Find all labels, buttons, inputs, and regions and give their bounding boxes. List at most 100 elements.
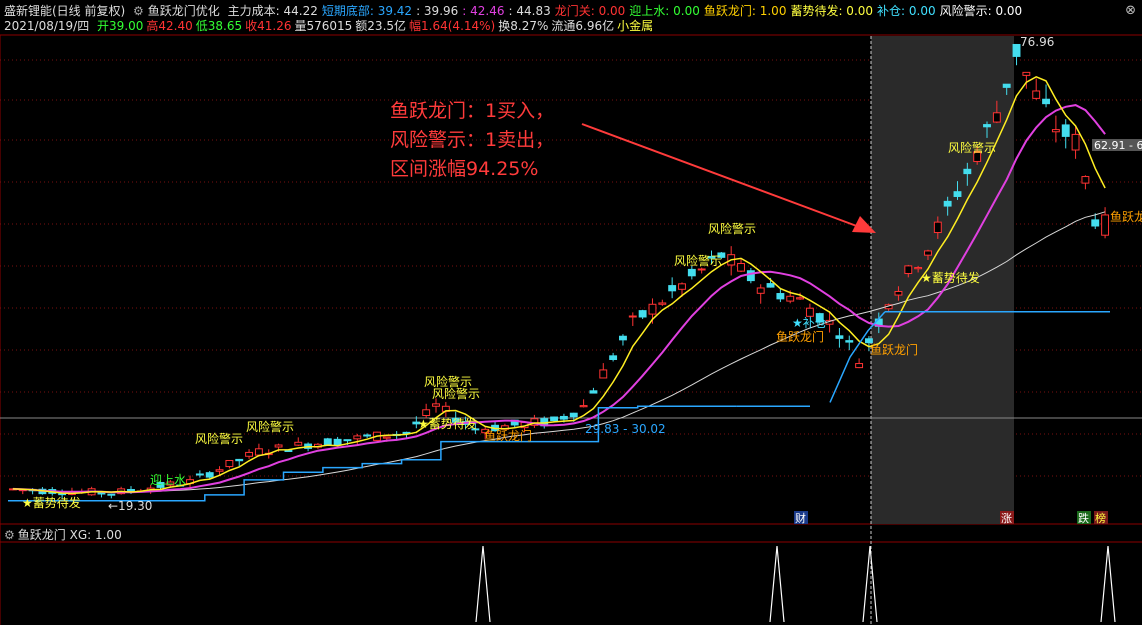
candle-down <box>343 439 352 442</box>
candle-up <box>992 112 1001 123</box>
range-label: 29.83 - 30.02 <box>585 422 666 436</box>
signal-label: ★蓄势待发 <box>921 270 980 285</box>
info-item: 高42.40 <box>146 19 193 33</box>
candle-up <box>756 287 765 294</box>
candle-up <box>599 369 608 379</box>
sub-indicator-name[interactable]: 鱼跃龙门 <box>18 528 66 542</box>
candle-down <box>569 412 578 418</box>
signal-label: 风险警示 <box>246 419 294 434</box>
candle-down <box>983 124 991 128</box>
signal-label: ★蓄势待发 <box>22 495 81 510</box>
sub-indicator-value: XG: 1.00 <box>69 528 122 542</box>
candle-up <box>894 291 903 296</box>
header-item: 龙门关: 0.00 <box>554 4 626 18</box>
candle-up <box>914 267 923 270</box>
candle-down <box>638 310 647 318</box>
info-item: 换8.27% <box>498 19 549 33</box>
candle-down <box>195 473 204 476</box>
candle-up <box>579 405 588 408</box>
info-item: 幅1.64(4.14%) <box>409 19 496 33</box>
signal-label: ★补仓 <box>792 316 827 330</box>
event-badge-text: 涨 <box>1001 512 1012 525</box>
candle-down <box>619 335 627 341</box>
candle-up <box>432 403 440 407</box>
candle-up <box>933 221 942 234</box>
candle-down <box>845 340 854 343</box>
settings-icon[interactable]: ⚙ <box>4 528 15 542</box>
header-item: 主力成本: 44.22 <box>227 4 318 18</box>
header-item: 迎上水: 0.00 <box>629 4 700 18</box>
close-icon[interactable]: ⊗ <box>1125 3 1136 18</box>
header-item: 短期底部: 39.42 <box>321 4 413 18</box>
candle-up <box>924 250 932 256</box>
candle-down <box>609 355 618 360</box>
candle-up <box>678 283 686 290</box>
candle-down <box>1012 43 1021 57</box>
candle-up <box>274 444 283 448</box>
candle-down <box>363 434 372 437</box>
header-item: : 42.46 <box>462 4 505 18</box>
high-price-label: 76.96 <box>1020 35 1054 49</box>
signal-label: ★蓄势待发 <box>418 416 477 431</box>
kline-chart[interactable]: ←19.3076.9629.83 - 30.0262.91 - 61★蓄势待发迎… <box>0 0 1142 625</box>
candle-up <box>658 302 667 305</box>
candle-down <box>550 416 559 422</box>
candle-up <box>1051 129 1060 133</box>
signal-label: 鱼跃龙 <box>1110 210 1142 224</box>
candle-down <box>943 200 952 207</box>
candle-down <box>766 283 775 288</box>
indicator-name[interactable]: 鱼跃龙门优化 <box>148 4 220 18</box>
candle-down <box>205 472 214 478</box>
info-item: 收41.26 <box>245 19 292 33</box>
signal-label: 迎上水 <box>150 473 186 487</box>
settings-icon[interactable]: ⚙ <box>133 4 144 18</box>
candle-up <box>215 469 224 472</box>
signal-label: 鱼跃龙门 <box>776 329 824 344</box>
candle-up <box>1081 176 1090 184</box>
xg-spike <box>862 545 878 623</box>
candle-up <box>225 459 234 468</box>
candle-down <box>1002 83 1011 88</box>
candle-down <box>835 335 844 339</box>
candle-up <box>245 451 254 457</box>
annotation-text: 风险警示：1卖出， <box>390 129 554 151</box>
signal-label: 风险警示 <box>195 431 243 446</box>
header-item: : 44.83 <box>508 4 551 18</box>
candle-down <box>668 285 677 292</box>
info-item: 流通6.96亿 <box>551 19 615 33</box>
candle-up <box>382 436 391 439</box>
xg-spike <box>769 545 785 623</box>
candle-up <box>796 297 805 300</box>
candle-up <box>1032 90 1041 99</box>
candle-down <box>333 438 342 446</box>
candle-up <box>294 441 303 446</box>
signal-label: 风险警示 <box>674 253 722 268</box>
header-item: 风险警示: 0.00 <box>939 4 1023 18</box>
signal-label: 鱼跃龙门 <box>484 428 532 443</box>
xg-spike <box>475 545 491 623</box>
event-badge-text: 财 <box>795 511 806 525</box>
event-badge-text: 跌 <box>1078 511 1089 525</box>
candle-down <box>1042 98 1050 105</box>
candle-down <box>746 270 755 282</box>
annotation-text: 鱼跃龙门：1买入， <box>390 100 554 122</box>
indicator-values: 主力成本: 44.22 短期底部: 39.42: 39.96: 42.46: 44… <box>228 4 1027 18</box>
header-bar: 盛新锂能(日线 前复权) ⚙ 鱼跃龙门优化 主力成本: 44.22 短期底部: 39… <box>4 3 1030 19</box>
header-item: 鱼跃龙门: 1.00 <box>703 4 787 18</box>
info-item: 开39.00 <box>97 19 144 33</box>
date-label: 2021/08/19/四 <box>4 19 90 33</box>
candle-down <box>127 489 135 492</box>
candle-up <box>904 265 913 274</box>
xg-spike <box>1100 545 1116 623</box>
event-badge-text: 榜 <box>1095 511 1106 525</box>
candle-up <box>353 435 362 440</box>
candle-down <box>1061 124 1070 137</box>
candle-up <box>1101 214 1110 236</box>
candle-down <box>589 390 598 394</box>
stock-name[interactable]: 盛新锂能(日线 前复权) <box>4 4 125 18</box>
candle-up <box>1022 71 1031 76</box>
info-item: 量576015 <box>294 19 353 33</box>
candle-down <box>559 415 568 420</box>
candle-down <box>953 191 962 197</box>
candle-up <box>737 262 745 272</box>
